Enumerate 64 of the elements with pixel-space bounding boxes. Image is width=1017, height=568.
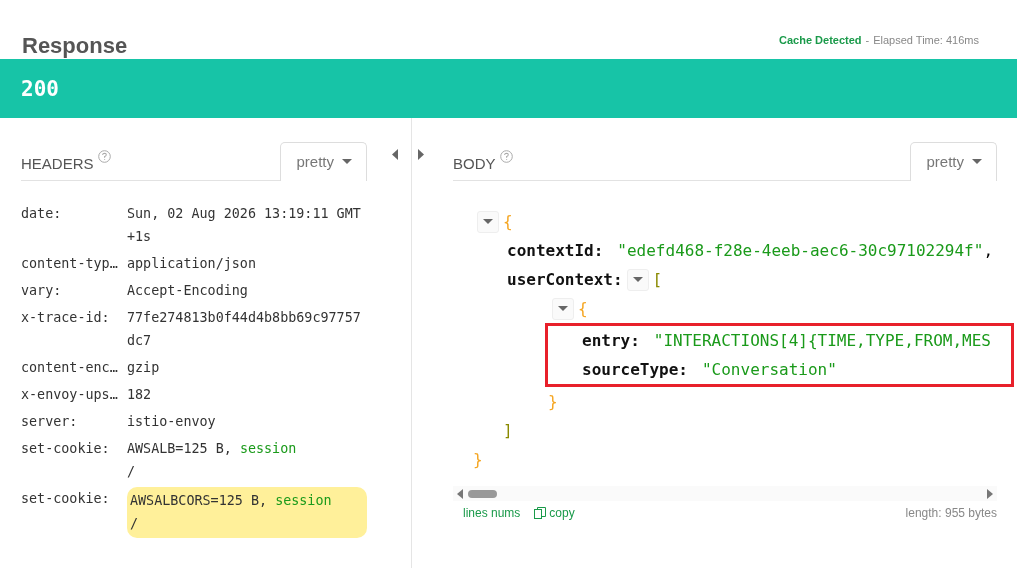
header-value: dc7: [127, 333, 152, 348]
header-name: x-envoy-ups…: [21, 386, 119, 404]
header-name: set-cookie:: [21, 490, 111, 508]
collapse-toggle[interactable]: [552, 297, 574, 320]
close-bracket: ]: [503, 421, 513, 440]
scroll-right-icon[interactable]: [987, 488, 993, 499]
header-value: AWSALBCORS=125 B,: [130, 493, 268, 508]
header-name: x-trace-id:: [21, 309, 111, 327]
json-string-value: "edefd468-f28e-4eeb-aec6-30c97102294f": [617, 241, 984, 260]
header-value: 77fe274813b0f44d4b8bb69c97757: [127, 310, 361, 325]
header-value: Accept-Encoding: [127, 283, 248, 298]
json-key: userContext:: [507, 270, 623, 289]
caret-icon: [632, 277, 643, 282]
collapse-left-icon: [392, 149, 398, 160]
close-bracket: }: [548, 392, 558, 411]
header-name: content-enc…: [21, 359, 119, 377]
line-numbers-link[interactable]: lines nums: [463, 506, 521, 520]
json-string-value: "Conversation": [701, 360, 837, 379]
scroll-thumb-icon[interactable]: [457, 488, 497, 499]
close-bracket: }: [473, 450, 483, 469]
panel-title: BODY: [453, 155, 496, 172]
header-value: /: [127, 464, 136, 479]
json-key: sourceType:: [582, 360, 688, 379]
caret-icon: [972, 159, 982, 164]
caret-icon: [342, 159, 352, 164]
header-name: set-cookie:: [21, 440, 111, 458]
cache-status: Cache Detected: [779, 34, 862, 46]
length-info: length: 955 bytes: [905, 506, 997, 520]
json-key: entry:: [582, 331, 640, 350]
header-value: 182: [127, 387, 152, 402]
status-code: 200: [21, 76, 59, 101]
header-value: AWSALB=125 B,: [127, 441, 232, 456]
header-value: /: [130, 516, 139, 531]
caret-icon: [483, 219, 493, 224]
collapse-toggle[interactable]: [477, 210, 499, 233]
collapse-toggle[interactable]: [626, 268, 649, 291]
elapsed-time: Elapsed Time: 416ms: [873, 34, 979, 46]
format-dropdown[interactable]: pretty: [910, 142, 997, 181]
expand-right-icon: [418, 149, 424, 160]
session-tag: session: [239, 441, 297, 456]
separator: -: [865, 34, 870, 46]
open-bracket: [: [652, 270, 663, 289]
session-tag: session: [275, 493, 332, 508]
open-bracket: {: [578, 299, 588, 318]
header-name: content-typ…: [21, 255, 119, 273]
header-name: date:: [21, 205, 63, 223]
header-value: gzip: [127, 360, 160, 375]
header-value: application/json: [127, 256, 256, 271]
copy-button[interactable]: copy: [534, 506, 575, 520]
caret-icon: [558, 306, 568, 311]
copy-icon: [534, 507, 547, 519]
header-name: vary:: [21, 282, 63, 300]
format-dropdown[interactable]: pretty: [280, 142, 367, 181]
header-name: server:: [21, 413, 79, 431]
header-value: +1s: [127, 229, 152, 244]
header-value: istio-envoy: [127, 414, 216, 429]
json-string-value: "INTERACTIONS[4]{TIME,TYPE,FROM,MES: [653, 331, 991, 350]
comma: ,: [983, 241, 993, 260]
open-bracket: {: [503, 212, 513, 231]
header-value: Sun, 02 Aug 2026 13:19:11 GMT: [127, 206, 361, 221]
panel-title: HEADERS: [21, 155, 94, 172]
page-title: Response: [22, 33, 128, 59]
json-key: contextId:: [507, 241, 604, 260]
horizontal-scrollbar[interactable]: [453, 486, 997, 501]
